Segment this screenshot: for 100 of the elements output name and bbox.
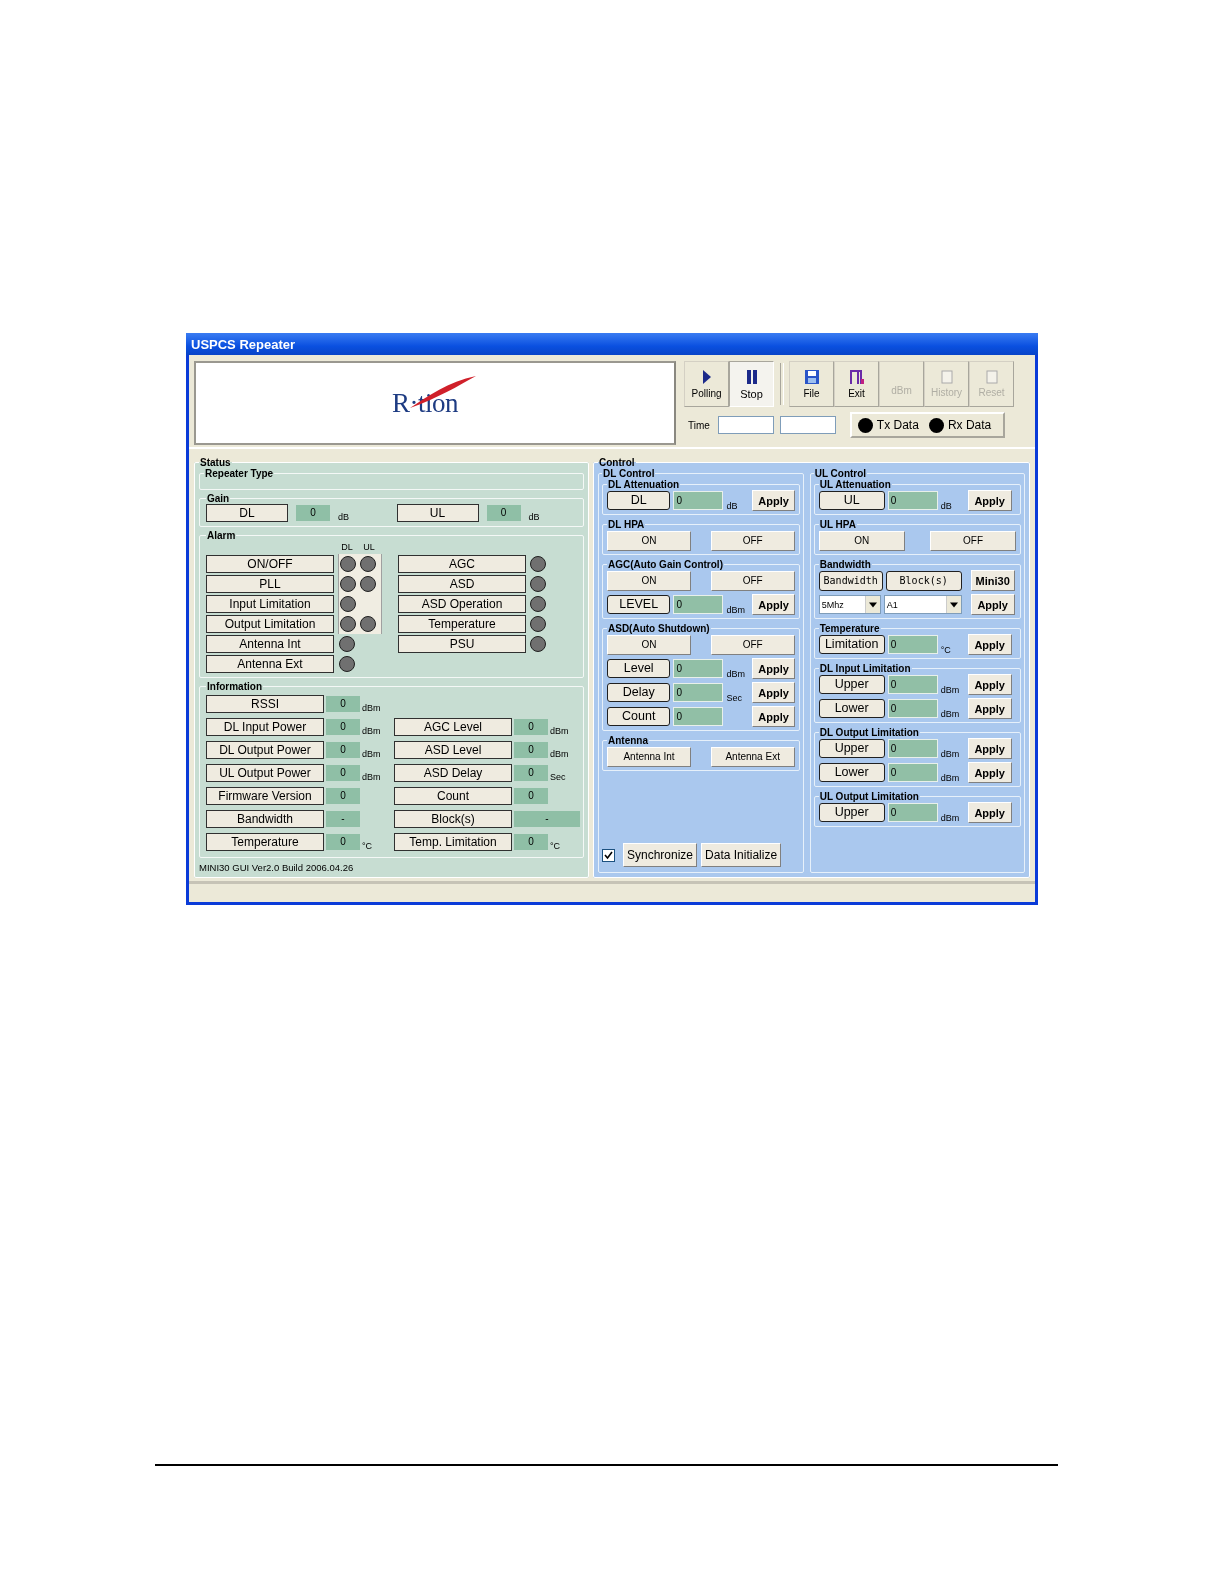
unit-label: dBm (940, 685, 961, 695)
apply-button[interactable]: Apply (967, 634, 1012, 655)
alarm-label: ASD (398, 575, 526, 593)
initialize-button[interactable]: Data Initialize (701, 843, 782, 867)
value-input[interactable]: 0 (887, 491, 938, 510)
action-button[interactable]: ON (607, 530, 691, 551)
apply-button[interactable]: Apply (752, 594, 795, 615)
mode-button[interactable]: Block(s) (885, 570, 962, 591)
alarm-label: Antenna Int (206, 635, 334, 653)
field-label: ASD Delay (394, 764, 512, 782)
action-button[interactable]: Antenna Int (607, 746, 691, 767)
alarm-label: Output Limitation (206, 615, 334, 633)
apply-button[interactable]: Apply (967, 698, 1012, 719)
unit-label: dBm (940, 709, 961, 719)
field-label: DL (607, 491, 671, 510)
group-title: DL Attenuation (607, 479, 681, 490)
action-button[interactable]: ON (607, 570, 691, 591)
action-button[interactable]: OFF (710, 570, 795, 591)
field-label: Level (607, 659, 671, 678)
field-label: Limitation (818, 635, 885, 654)
field-label: Upper (818, 675, 885, 694)
unit-label: dBm (726, 605, 746, 615)
field-label: UL (818, 491, 885, 510)
value-input[interactable]: 0 (673, 707, 724, 726)
group-title: UL Attenuation (818, 479, 892, 490)
group-title: AGC(Auto Gain Control) (607, 559, 724, 570)
toolbar-button[interactable]: Polling (684, 361, 729, 407)
group-title: DL Control (602, 468, 656, 479)
apply-button[interactable]: Apply (967, 738, 1012, 759)
toolbar-button[interactable]: Exit (834, 361, 879, 407)
action-button[interactable]: ON (607, 634, 691, 655)
value-display: 0 (326, 742, 360, 758)
page-icon (985, 370, 998, 384)
caret-icon (945, 596, 961, 613)
apply-button[interactable]: Apply (752, 706, 795, 727)
value-display: 0 (326, 765, 360, 781)
alarm-label: PLL (206, 575, 334, 593)
time-field[interactable] (717, 416, 774, 434)
action-button[interactable]: Antenna Ext (710, 746, 795, 767)
value-input[interactable]: 0 (887, 699, 938, 718)
unit-label: dBm (940, 749, 961, 759)
unit-label: dBm (726, 669, 746, 679)
checkbox[interactable] (602, 848, 615, 862)
value-input[interactable]: 0 (887, 675, 938, 694)
group-title: UL HPA (818, 519, 857, 530)
toolbar-button[interactable]: Stop (729, 361, 774, 407)
alarm-label: AGC (398, 555, 526, 573)
field-label: Upper (818, 739, 885, 758)
value-input[interactable]: 0 (887, 803, 938, 822)
time-label: Time (688, 419, 710, 431)
apply-button[interactable]: Apply (967, 674, 1012, 695)
dropdown[interactable]: 5Mhz (818, 595, 881, 614)
action-button[interactable]: OFF (930, 530, 1016, 551)
value-input[interactable]: 0 (887, 635, 938, 654)
apply-button[interactable]: Apply (967, 490, 1012, 511)
value-input[interactable]: 0 (887, 763, 938, 782)
synchronize-button[interactable]: Synchronize (623, 843, 698, 867)
unit-label: dBm (362, 749, 382, 759)
value-input[interactable]: 0 (673, 683, 724, 702)
alarm-label: Input Limitation (206, 595, 334, 613)
field-label: RSSI (206, 695, 324, 713)
dropdown[interactable]: A1 (883, 595, 962, 614)
action-button[interactable]: OFF (710, 634, 795, 655)
field-label: Count (394, 787, 512, 805)
indicator-label: Tx Data (876, 418, 919, 432)
pause-icon (745, 368, 758, 385)
mode-button[interactable]: Bandwidth (818, 570, 883, 591)
model-button[interactable]: Mini30 (970, 570, 1015, 591)
value-input[interactable]: 0 (887, 739, 938, 758)
unit-label: dB (726, 501, 739, 511)
unit-label: Sec (550, 772, 567, 782)
alarm-label: Temperature (398, 615, 526, 633)
action-button[interactable]: ON (818, 530, 905, 551)
unit-label: dB (338, 512, 350, 522)
field-label: LEVEL (607, 595, 671, 614)
apply-button[interactable]: Apply (752, 682, 795, 703)
value-input[interactable]: 0 (673, 491, 724, 510)
alarm-label: ASD Operation (398, 595, 526, 613)
apply-button[interactable]: Apply (967, 762, 1012, 783)
group-title: Bandwidth (818, 559, 872, 570)
unit-label: dBm (550, 749, 570, 759)
apply-button[interactable]: Apply (752, 490, 795, 511)
apply-button[interactable]: Apply (970, 594, 1015, 615)
field-label: AGC Level (394, 718, 512, 736)
value-input[interactable]: 0 (673, 595, 724, 614)
group-title: Temperature (818, 623, 881, 634)
time-field[interactable] (779, 416, 836, 434)
action-button[interactable]: OFF (710, 530, 795, 551)
unit-label: dB (940, 501, 953, 511)
toolbar-button[interactable]: File (789, 361, 834, 407)
apply-button[interactable]: Apply (967, 802, 1012, 823)
value-input[interactable]: 0 (673, 659, 724, 678)
apply-button[interactable]: Apply (752, 658, 795, 679)
group-title: Control (598, 457, 636, 468)
alarm-label: ON/OFF (206, 555, 334, 573)
version-text: MINI30 GUI Ver2.0 Build 2006.04.26 (199, 862, 355, 873)
field-label: Count (607, 707, 671, 726)
unit-label: dB (528, 512, 541, 522)
value-display: 0 (326, 719, 360, 735)
field-label: Block(s) (394, 810, 512, 828)
